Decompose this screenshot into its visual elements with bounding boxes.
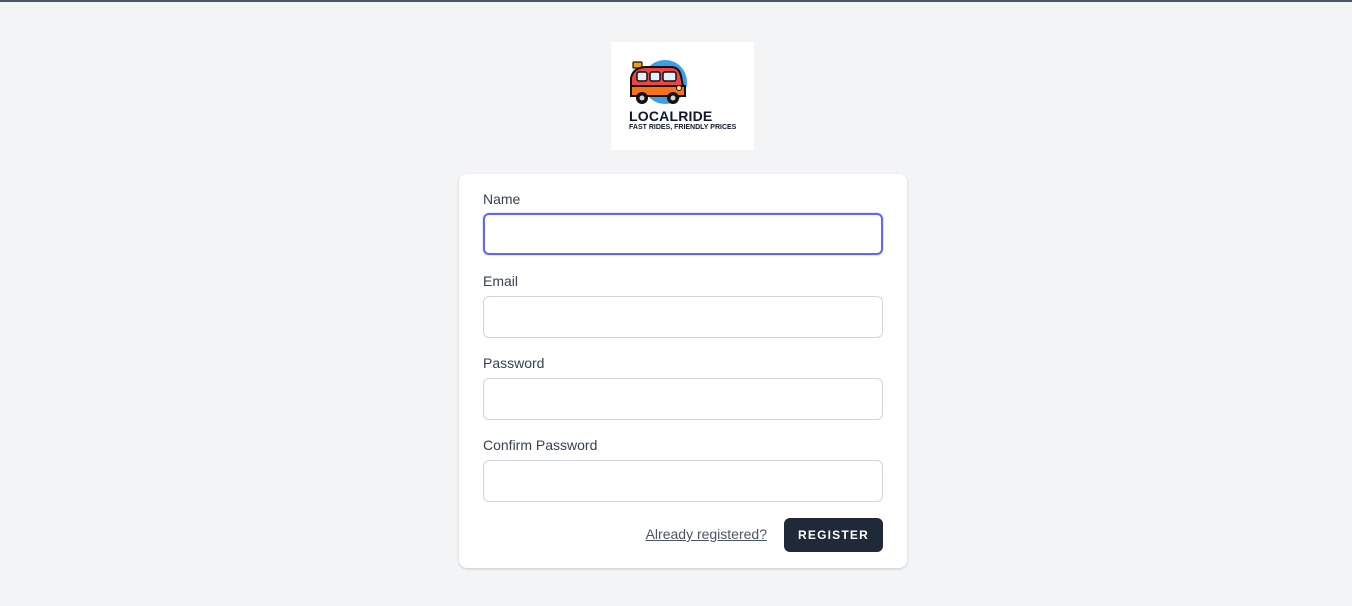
email-label: Email (483, 273, 519, 289)
register-form: Name Email Password Confirm Password Alr… (459, 174, 907, 568)
top-border (0, 0, 1352, 2)
confirm-password-label: Confirm Password (483, 437, 598, 453)
logo: LOCALRIDE FAST RIDES, FRIENDLY PRICES (611, 42, 754, 150)
password-field[interactable] (483, 378, 883, 420)
already-registered-link[interactable]: Already registered? (646, 526, 767, 542)
brand-name: LOCALRIDE (629, 108, 713, 124)
password-label: Password (483, 355, 545, 371)
email-field[interactable] (483, 296, 883, 338)
confirm-password-field[interactable] (483, 460, 883, 502)
brand-tagline: FAST RIDES, FRIENDLY PRICES (629, 124, 737, 131)
name-label: Name (483, 191, 521, 207)
name-field[interactable] (483, 213, 883, 255)
register-button[interactable]: REGISTER (784, 518, 883, 552)
camper-van-icon (630, 60, 687, 104)
